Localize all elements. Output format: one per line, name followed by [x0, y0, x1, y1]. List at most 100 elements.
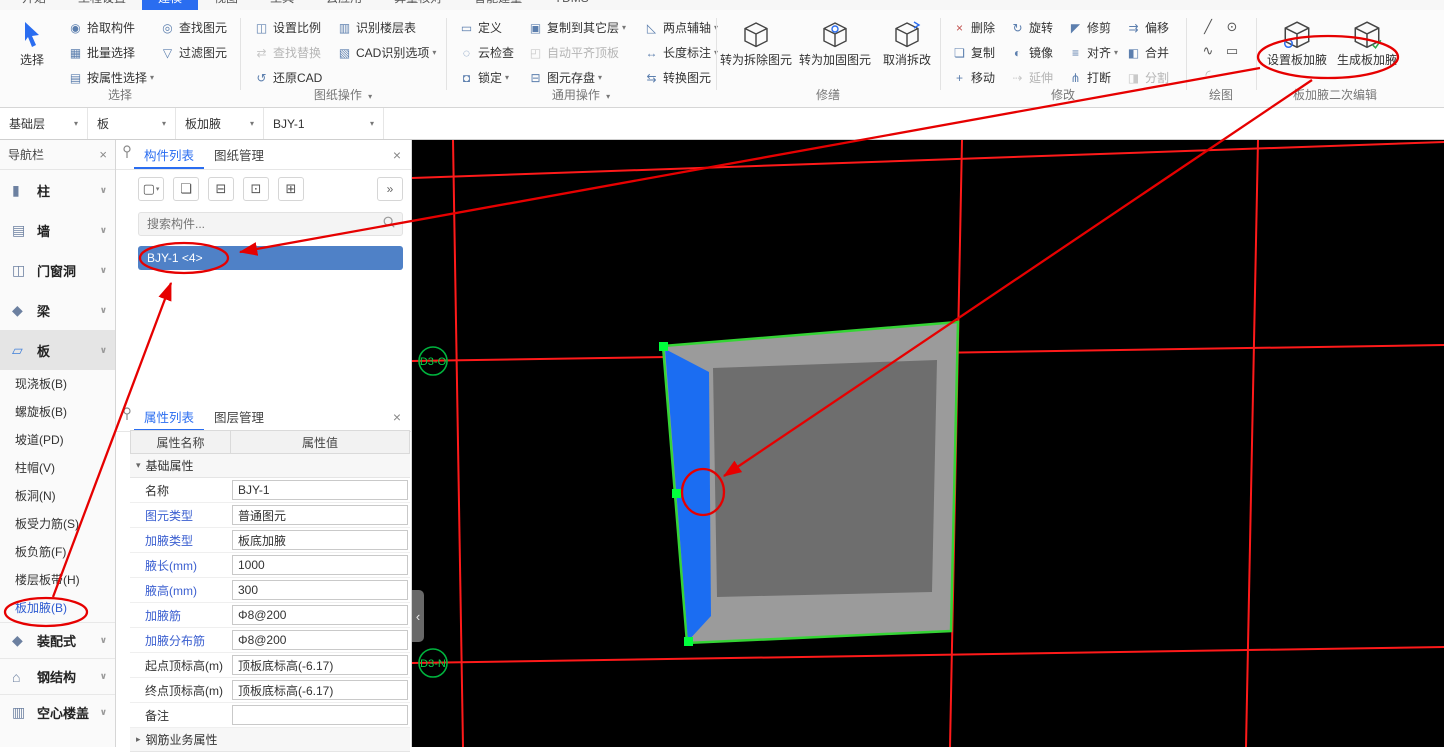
type-select[interactable]: 板加腋 ▾ [176, 108, 264, 139]
merge-button[interactable]: ◧ 合并 [1120, 40, 1174, 65]
property-name-link[interactable]: 加腋筋 [130, 603, 230, 628]
menu-tab-settings[interactable]: 工程设置 [62, 0, 142, 10]
draw-arc-button[interactable]: ◜ [1196, 64, 1220, 86]
mirror-button[interactable]: ◐ 镜像 [1004, 40, 1058, 65]
batch-select-button[interactable]: ▦ 批量选择 [62, 40, 159, 65]
group-label-drawing-ops[interactable]: 图纸操作 ▾ [240, 86, 446, 103]
nav-subitem-spiral-slab[interactable]: 螺旋板(B) [0, 398, 115, 426]
property-value-field[interactable]: 顶板底标高(-6.17) [232, 680, 408, 700]
nav-item-hollow-floor[interactable]: ▥ 空心楼盖 ∨ [0, 694, 115, 730]
copy-component-button[interactable]: ❏ [173, 177, 199, 201]
menu-tab-modeling[interactable]: 建模 [142, 0, 199, 10]
cloud-check-button[interactable]: ◌ 云检查 [453, 40, 519, 65]
set-scale-button[interactable]: ◫ 设置比例 [248, 15, 327, 40]
slab-element[interactable] [661, 320, 960, 645]
offset-button[interactable]: ⇉ 偏移 [1120, 15, 1174, 40]
section-basic-properties[interactable]: ▾ 基础属性 [130, 454, 410, 478]
cad-identify-options-button[interactable]: ▧ CAD识别选项 ▾ [331, 40, 441, 65]
property-name-link[interactable]: 图元类型 [130, 503, 230, 528]
filter-element-button[interactable]: ▽ 过滤图元 [154, 40, 232, 65]
property-value-field[interactable] [232, 705, 408, 725]
delete-component-button[interactable]: ⊟ [208, 177, 234, 201]
length-annotation-button[interactable]: ↔ 长度标注 ▾ [638, 40, 723, 65]
menu-tab-tools[interactable]: 工具 [254, 0, 310, 10]
nav-subitem-column-cap[interactable]: 柱帽(V) [0, 454, 115, 482]
nav-subitem-slab-negative-rebar[interactable]: 板负筋(F) [0, 538, 115, 566]
to-reinforced-element-button[interactable]: 转为加固图元 [796, 17, 874, 67]
drawing-canvas[interactable]: D3-O D3-N ‹ [412, 140, 1444, 747]
property-value-field[interactable]: Φ8@200 [232, 605, 408, 625]
close-icon[interactable]: × [393, 147, 401, 163]
select-button[interactable]: 选择 [8, 17, 56, 67]
nav-subitem-slab-haunch[interactable]: 板加腋(B) [0, 594, 115, 622]
tab-layer-management[interactable]: 图层管理 [204, 402, 274, 431]
generate-slab-haunch-button[interactable]: 生成板加腋 [1334, 17, 1400, 67]
nav-item-steel-structure[interactable]: ⌂ 钢结构 ∨ [0, 658, 115, 694]
search-input[interactable] [145, 216, 382, 232]
draw-rect-button[interactable]: ▭ [1220, 40, 1244, 62]
close-icon[interactable]: × [393, 409, 401, 425]
property-value-field[interactable]: Φ8@200 [232, 630, 408, 650]
property-value-field[interactable]: 顶板底标高(-6.17) [232, 655, 408, 675]
property-value-field[interactable]: 板底加腋 [232, 530, 408, 550]
to-demolition-element-button[interactable]: 转为拆除图元 [720, 17, 792, 67]
identify-floor-table-button[interactable]: ▥ 识别楼层表 [331, 15, 441, 40]
nav-subitem-floor-slab-strip[interactable]: 楼层板带(H) [0, 566, 115, 594]
section-rebar-business-properties[interactable]: ▸ 钢筋业务属性 [130, 728, 410, 752]
tab-component-list[interactable]: 构件列表 [134, 140, 204, 169]
draw-line-button[interactable]: ╱ [1196, 16, 1220, 38]
floor-select[interactable]: 基础层 ▾ [0, 108, 88, 139]
two-point-aux-axis-button[interactable]: ◺ 两点辅轴 ▾ [638, 15, 723, 40]
component-select[interactable]: BJY-1 ▾ [264, 108, 384, 139]
group-label-common-ops[interactable]: 通用操作 ▾ [446, 86, 716, 103]
find-replace-button[interactable]: ⇄ 查找替换 [248, 40, 327, 65]
copy-to-other-floors-button[interactable]: ▣ 复制到其它层 ▾ [522, 15, 631, 40]
more-tools-button[interactable]: » [377, 177, 403, 201]
panel-collapse-handle[interactable]: ‹ [412, 590, 424, 642]
pin-icon[interactable] [122, 407, 132, 426]
nav-subitem-slab-hole[interactable]: 板洞(N) [0, 482, 115, 510]
menu-tab-cloud[interactable]: 云应用 [310, 0, 378, 10]
menu-tab-ydms[interactable]: YDMS [538, 0, 605, 10]
component-list-item-selected[interactable]: BJY-1 <4> [138, 246, 403, 270]
nav-subitem-slab-rebar[interactable]: 板受力筋(S) [0, 510, 115, 538]
trim-button[interactable]: ◤ 修剪 [1062, 15, 1123, 40]
menu-tab-smart[interactable]: 智能建量 [458, 0, 538, 10]
rotate-button[interactable]: ↻ 旋转 [1004, 15, 1058, 40]
property-value-field[interactable]: 300 [232, 580, 408, 600]
menu-tab-view[interactable]: 视图 [198, 0, 254, 10]
find-element-button[interactable]: ◎ 查找图元 [154, 15, 232, 40]
property-value-field[interactable]: 1000 [232, 555, 408, 575]
tab-drawing-management[interactable]: 图纸管理 [204, 140, 274, 169]
menu-tab-start[interactable]: 开始 [6, 0, 62, 10]
nav-subitem-ramp[interactable]: 坡道(PD) [0, 426, 115, 454]
cancel-demolition-button[interactable]: 取消拆改 [878, 17, 936, 67]
delete-button[interactable]: × 删除 [946, 15, 1000, 40]
nav-item-opening[interactable]: ◫ 门窗洞 ∨ [0, 250, 115, 290]
property-name-link[interactable]: 腋长(mm) [130, 553, 230, 578]
nav-item-column[interactable]: ▮ 柱 ∨ [0, 170, 115, 210]
set-slab-haunch-button[interactable]: 设置板加腋 [1264, 17, 1330, 67]
align-button[interactable]: ≡ 对齐 ▾ [1062, 40, 1123, 65]
new-component-button[interactable]: ▢ ▾ [138, 177, 164, 201]
close-icon[interactable]: × [99, 147, 107, 162]
pick-component-button[interactable]: ◉ 拾取构件 [62, 15, 159, 40]
draw-circle-button[interactable]: ⊙ [1220, 16, 1244, 38]
nav-subitem-cast-slab[interactable]: 现浇板(B) [0, 370, 115, 398]
nav-item-assembly[interactable]: ◆ 装配式 ∨ [0, 622, 115, 658]
property-name-link[interactable]: 加腋类型 [130, 528, 230, 553]
nav-item-wall[interactable]: ▤ 墙 ∨ [0, 210, 115, 250]
interlayer-copy-button[interactable]: ⊡ [243, 177, 269, 201]
property-name-link[interactable]: 腋高(mm) [130, 578, 230, 603]
pin-icon[interactable] [122, 145, 132, 164]
tab-property-list[interactable]: 属性列表 [134, 402, 204, 431]
save-archive-button[interactable]: ⊞ [278, 177, 304, 201]
auto-align-top-slab-button[interactable]: ◰ 自动平齐顶板 [522, 40, 631, 65]
nav-item-slab[interactable]: ▱ 板 ∨ [0, 330, 115, 370]
property-name-link[interactable]: 加腋分布筋 [130, 628, 230, 653]
draw-curve-button[interactable]: ∿ [1196, 40, 1220, 62]
nav-item-beam[interactable]: ◆ 梁 ∨ [0, 290, 115, 330]
slab-haunch-highlight[interactable] [665, 349, 711, 641]
define-button[interactable]: ▭ 定义 [453, 15, 519, 40]
property-value-field[interactable]: 普通图元 [232, 505, 408, 525]
